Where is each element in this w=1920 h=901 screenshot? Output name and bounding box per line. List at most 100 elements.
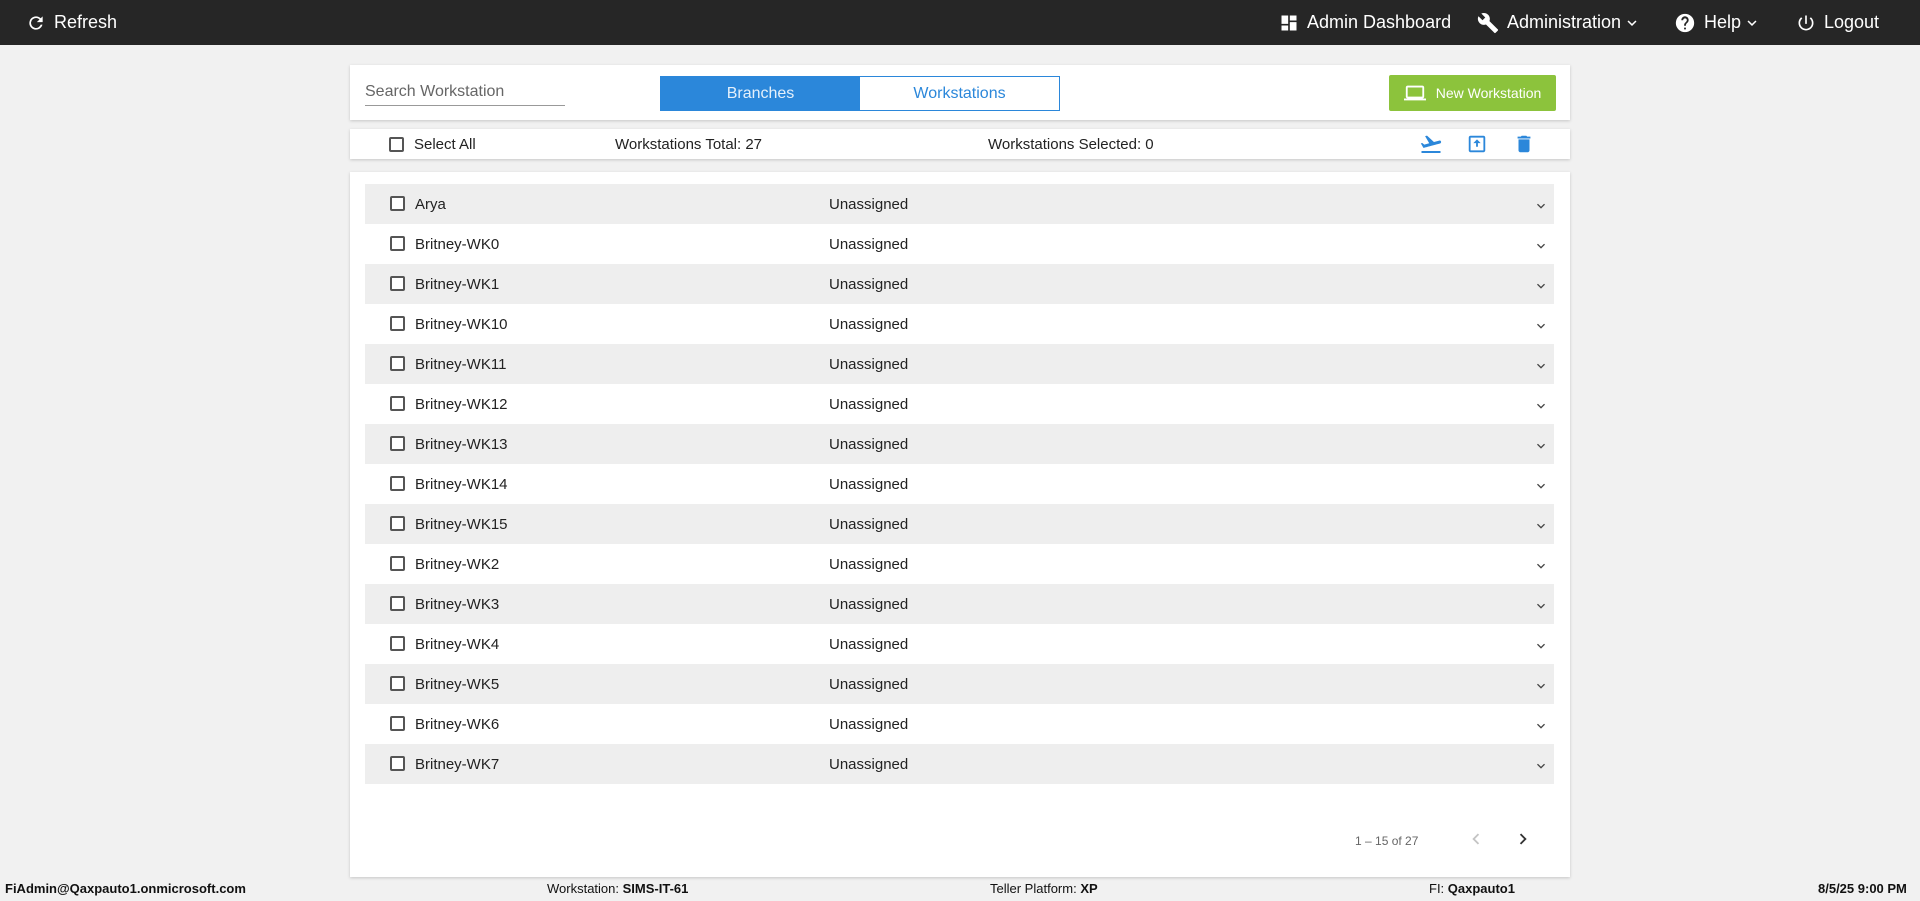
row-checkbox[interactable] xyxy=(390,236,405,251)
expand-chevron-icon[interactable] xyxy=(1533,638,1549,658)
workstation-status: Unassigned xyxy=(829,236,909,253)
help-menu[interactable]: Help xyxy=(1674,0,1761,45)
table-row[interactable]: Britney-WK11 Unassigned xyxy=(365,344,1554,384)
footer-user-value: FiAdmin@Qaxpauto1.onmicrosoft.com xyxy=(5,881,246,896)
footer-datetime: 8/5/25 9:00 PM xyxy=(1818,881,1907,896)
footer-fi: FI: Qaxpauto1 xyxy=(1429,881,1515,896)
workstation-name: Britney-WK14 xyxy=(415,476,508,493)
assign-button[interactable] xyxy=(1419,132,1443,156)
flight-takeoff-icon xyxy=(1420,135,1442,153)
workstation-status: Unassigned xyxy=(829,556,909,573)
tab-workstations[interactable]: Workstations xyxy=(860,77,1059,110)
row-checkbox[interactable] xyxy=(390,476,405,491)
workstation-status: Unassigned xyxy=(829,476,909,493)
table-row[interactable]: Britney-WK2 Unassigned xyxy=(365,544,1554,584)
footer-platform-value: XP xyxy=(1080,881,1098,896)
expand-chevron-icon[interactable] xyxy=(1533,238,1549,258)
expand-chevron-icon[interactable] xyxy=(1533,718,1549,738)
table-row[interactable]: Britney-WK10 Unassigned xyxy=(365,304,1554,344)
delete-button[interactable] xyxy=(1512,132,1536,156)
footer-workstation-value: SIMS-IT-61 xyxy=(622,881,689,896)
previous-page-button[interactable] xyxy=(1464,827,1488,851)
admin-dashboard-label: Admin Dashboard xyxy=(1307,12,1452,32)
row-checkbox[interactable] xyxy=(390,756,405,771)
selection-toolbar: Select All Workstations Total: 27 Workst… xyxy=(350,129,1570,159)
row-checkbox[interactable] xyxy=(390,316,405,331)
select-all-checkbox[interactable] xyxy=(389,137,404,152)
footer-workstation: Workstation: SIMS-IT-61 xyxy=(547,881,688,896)
workstation-name: Britney-WK1 xyxy=(415,276,500,293)
expand-chevron-icon[interactable] xyxy=(1533,438,1549,458)
table-row[interactable]: Britney-WK13 Unassigned xyxy=(365,424,1554,464)
footer-platform: Teller Platform: XP xyxy=(990,881,1098,896)
administration-menu[interactable]: Administration xyxy=(1477,0,1641,45)
expand-chevron-icon[interactable] xyxy=(1533,558,1549,578)
table-row[interactable]: Britney-WK7 Unassigned xyxy=(365,744,1554,784)
workstation-status: Unassigned xyxy=(829,716,909,733)
row-checkbox[interactable] xyxy=(390,676,405,691)
refresh-button[interactable]: Refresh xyxy=(26,0,117,45)
table-row[interactable]: Britney-WK15 Unassigned xyxy=(365,504,1554,544)
workstation-status: Unassigned xyxy=(829,316,909,333)
workstation-status: Unassigned xyxy=(829,196,909,213)
row-checkbox[interactable] xyxy=(390,556,405,571)
row-checkbox[interactable] xyxy=(390,396,405,411)
power-icon xyxy=(1798,15,1814,30)
footer-fi-value: Qaxpauto1 xyxy=(1447,881,1515,896)
workstation-header-card: Branches Workstations New Workstation xyxy=(350,65,1570,120)
help-label: Help xyxy=(1704,12,1742,32)
status-footer: FiAdmin@Qaxpauto1.onmicrosoft.com Workst… xyxy=(0,877,1920,901)
expand-chevron-icon[interactable] xyxy=(1533,198,1549,218)
table-row[interactable]: Arya Unassigned xyxy=(365,184,1554,224)
expand-chevron-icon[interactable] xyxy=(1533,478,1549,498)
logout-button[interactable]: Logout xyxy=(1796,0,1879,45)
workstation-status: Unassigned xyxy=(829,396,909,413)
expand-chevron-icon[interactable] xyxy=(1533,758,1549,778)
laptop-icon xyxy=(1403,85,1426,101)
row-checkbox[interactable] xyxy=(390,276,405,291)
row-checkbox[interactable] xyxy=(390,716,405,731)
chevron-down-icon xyxy=(1627,19,1637,26)
expand-chevron-icon[interactable] xyxy=(1533,358,1549,378)
workstation-name: Britney-WK4 xyxy=(415,636,500,653)
row-checkbox[interactable] xyxy=(390,196,405,211)
row-checkbox[interactable] xyxy=(390,436,405,451)
search-input[interactable] xyxy=(365,79,565,106)
footer-user: FiAdmin@Qaxpauto1.onmicrosoft.com xyxy=(5,881,246,896)
upload-button[interactable] xyxy=(1465,132,1489,156)
expand-chevron-icon[interactable] xyxy=(1533,278,1549,298)
table-row[interactable]: Britney-WK14 Unassigned xyxy=(365,464,1554,504)
workstation-name: Britney-WK13 xyxy=(415,436,508,453)
chevron-left-icon xyxy=(1472,833,1480,845)
row-checkbox[interactable] xyxy=(390,596,405,611)
row-checkbox[interactable] xyxy=(390,516,405,531)
workstation-status: Unassigned xyxy=(829,436,909,453)
workstation-name: Britney-WK2 xyxy=(415,556,500,573)
expand-chevron-icon[interactable] xyxy=(1533,598,1549,618)
table-row[interactable]: Britney-WK4 Unassigned xyxy=(365,624,1554,664)
table-row[interactable]: Britney-WK5 Unassigned xyxy=(365,664,1554,704)
row-checkbox[interactable] xyxy=(390,356,405,371)
expand-chevron-icon[interactable] xyxy=(1533,318,1549,338)
footer-workstation-label: Workstation: xyxy=(547,881,620,896)
table-row[interactable]: Britney-WK6 Unassigned xyxy=(365,704,1554,744)
refresh-label: Refresh xyxy=(54,12,118,32)
next-page-button[interactable] xyxy=(1511,827,1535,851)
row-checkbox[interactable] xyxy=(390,636,405,651)
admin-dashboard-link[interactable]: Admin Dashboard xyxy=(1279,0,1451,45)
expand-chevron-icon[interactable] xyxy=(1533,678,1549,698)
tab-branches[interactable]: Branches xyxy=(661,77,860,110)
workstation-name: Britney-WK15 xyxy=(415,516,508,533)
table-row[interactable]: Britney-WK0 Unassigned xyxy=(365,224,1554,264)
table-row[interactable]: Britney-WK1 Unassigned xyxy=(365,264,1554,304)
wrench-icon xyxy=(1477,12,1499,33)
workstation-status: Unassigned xyxy=(829,276,909,293)
table-row[interactable]: Britney-WK3 Unassigned xyxy=(365,584,1554,624)
workstation-name: Britney-WK11 xyxy=(415,356,507,373)
workstation-name: Britney-WK0 xyxy=(415,236,500,253)
new-workstation-button[interactable]: New Workstation xyxy=(1389,75,1556,111)
expand-chevron-icon[interactable] xyxy=(1533,398,1549,418)
top-navigation-bar: Refresh Admin Dashboard Administration H… xyxy=(0,0,1920,45)
table-row[interactable]: Britney-WK12 Unassigned xyxy=(365,384,1554,424)
expand-chevron-icon[interactable] xyxy=(1533,518,1549,538)
